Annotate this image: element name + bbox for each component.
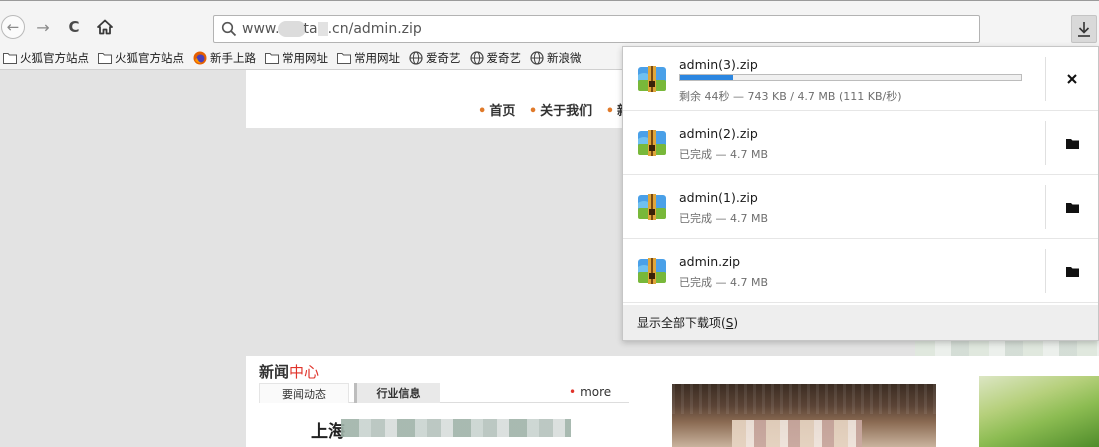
download-arrow-icon: [1078, 22, 1090, 37]
folder-open-icon: [1065, 266, 1079, 277]
download-filename: admin(1).zip: [679, 190, 758, 205]
download-filename: admin.zip: [679, 254, 741, 269]
reload-button[interactable]: C: [64, 16, 84, 38]
bookmark-label: 新手上路: [210, 50, 256, 65]
nav-about[interactable]: • 关于我们: [529, 104, 592, 119]
zip-archive-icon: [638, 194, 666, 220]
arrow-left-icon: ←: [6, 18, 20, 36]
more-link[interactable]: • more: [569, 385, 611, 399]
bookmark-item[interactable]: 新浪微: [530, 50, 582, 66]
download-item[interactable]: admin(1).zip 已完成 — 4.7 MB: [623, 175, 1098, 239]
site-header: [246, 70, 626, 128]
site-nav: •首页 •关于我们 •新: [478, 100, 639, 119]
bookmark-item[interactable]: 常用网址: [265, 50, 328, 66]
downloads-panel: admin(3).zip 剩余 44秒 — 743 KB / 4.7 MB (1…: [622, 46, 1099, 341]
download-status: 已完成 — 4.7 MB: [679, 148, 769, 161]
search-icon: [216, 16, 242, 42]
address-bar[interactable]: www. ta .cn/admin.zip: [213, 15, 980, 43]
zip-archive-icon: [638, 66, 666, 92]
bookmark-item[interactable]: 常用网址: [337, 50, 400, 66]
download-progress-fill: [680, 75, 734, 80]
arrow-right-icon: →: [36, 17, 50, 37]
tab-industry-info[interactable]: 行业信息: [354, 383, 440, 403]
zip-archive-icon: [638, 130, 666, 156]
downloads-button[interactable]: [1071, 15, 1097, 43]
download-item[interactable]: admin(3).zip 剩余 44秒 — 743 KB / 4.7 MB (1…: [623, 47, 1098, 111]
folder-open-icon: [1065, 138, 1079, 149]
bookmark-label: 火狐官方站点: [115, 50, 184, 65]
download-filename: admin(2).zip: [679, 126, 758, 141]
bookmark-item[interactable]: 爱奇艺: [409, 50, 461, 66]
download-status: 已完成 — 4.7 MB: [679, 212, 769, 225]
bookmark-item[interactable]: 火狐官方站点: [98, 50, 184, 66]
download-status: 剩余 44秒 — 743 KB / 4.7 MB (111 KB/秒): [679, 90, 902, 103]
bookmark-label: 爱奇艺: [426, 50, 461, 65]
home-button[interactable]: [95, 16, 115, 38]
url-text[interactable]: www. ta .cn/admin.zip: [242, 21, 422, 37]
reload-icon: C: [68, 18, 80, 36]
news-section-title: 新闻中心: [259, 363, 320, 381]
bookmark-label: 常用网址: [354, 50, 400, 65]
browser-toolbar: ← → C www. ta .cn/admin.zip: [0, 0, 1099, 46]
forward-button[interactable]: →: [33, 16, 53, 38]
folder-open-icon: [1065, 202, 1079, 213]
globe-icon: [530, 50, 544, 65]
open-folder-button[interactable]: [1046, 239, 1098, 303]
folder-icon: [337, 52, 351, 64]
download-item[interactable]: admin.zip 已完成 — 4.7 MB: [623, 239, 1098, 303]
download-filename: admin(3).zip: [679, 57, 758, 72]
bookmark-label: 新浪微: [547, 50, 582, 65]
bookmark-item[interactable]: 新手上路: [193, 50, 256, 66]
home-icon: [97, 19, 113, 35]
blurred-headline: [341, 419, 571, 437]
folder-icon: [265, 52, 279, 64]
cancel-download-button[interactable]: [1046, 47, 1098, 111]
url-redaction: [317, 22, 328, 36]
news-headline[interactable]: 上海: [311, 417, 345, 442]
folder-icon: [3, 52, 17, 64]
back-button[interactable]: ←: [1, 15, 25, 39]
open-folder-button[interactable]: [1046, 111, 1098, 175]
zip-archive-icon: [638, 258, 666, 284]
bookmark-label: 爱奇艺: [486, 50, 522, 65]
bookmark-item[interactable]: 火狐官方站点: [3, 50, 89, 66]
download-item[interactable]: admin(2).zip 已完成 — 4.7 MB: [623, 111, 1098, 175]
globe-icon: [409, 50, 423, 65]
tab-news-updates[interactable]: 要闻动态: [259, 383, 349, 403]
download-progress-bar: [679, 74, 1022, 81]
url-redaction: [277, 21, 306, 37]
firefox-icon: [193, 51, 207, 64]
news-photo[interactable]: [979, 376, 1099, 447]
news-photo[interactable]: [672, 384, 936, 447]
bookmark-label: 火狐官方站点: [20, 50, 89, 65]
globe-icon: [469, 50, 484, 65]
open-folder-button[interactable]: [1046, 175, 1098, 239]
bookmark-item[interactable]: 爱奇艺: [469, 50, 522, 66]
download-status: 已完成 — 4.7 MB: [679, 276, 769, 289]
show-all-downloads-button[interactable]: 显示全部下载项(S): [623, 305, 1098, 340]
cancel-icon: [1067, 74, 1077, 84]
bookmark-label: 常用网址: [282, 50, 328, 65]
folder-icon: [98, 52, 112, 64]
nav-home[interactable]: • 首页: [478, 104, 515, 119]
